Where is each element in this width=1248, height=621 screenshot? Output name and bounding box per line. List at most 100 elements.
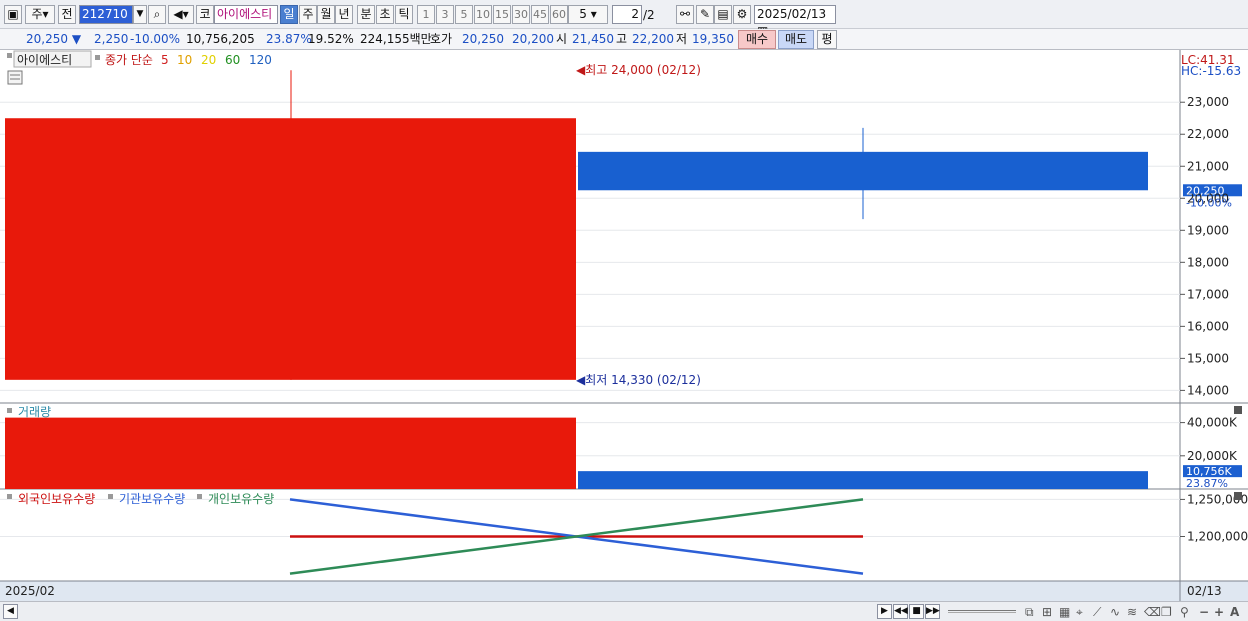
fib-icon[interactable]: ≋ — [1127, 605, 1137, 619]
ma-period-label: 60 — [225, 53, 240, 67]
font-size-icon[interactable]: A — [1230, 605, 1239, 619]
layout-icon[interactable]: ▣ — [4, 5, 22, 24]
period-tab[interactable]: 년 — [335, 5, 353, 24]
gear-icon[interactable]: ⚙ — [733, 5, 751, 24]
open-label: 시 — [556, 32, 568, 46]
period-unit-label: 주 — [31, 7, 43, 21]
holdings-legend-item: 개인보유수량 — [208, 492, 274, 506]
table-icon[interactable] — [7, 70, 23, 85]
legend-handle-icon — [108, 494, 113, 499]
magnifier-icon[interactable]: ⚲ — [1180, 605, 1189, 619]
max-price-annotation: ◀최고 24,000 (02/12) — [576, 63, 701, 77]
wave-icon[interactable]: ∿ — [1110, 605, 1120, 619]
search-icon[interactable]: ⌕ — [148, 5, 166, 24]
period-tab[interactable]: 초 — [376, 5, 394, 24]
play-icon[interactable]: ▶ — [877, 604, 892, 619]
ma-period-label: 5 — [161, 53, 169, 67]
footer-bar — [0, 581, 1180, 601]
chart-scrollbar[interactable]: ◀ ▶ ◀◀ ■ ▶▶ ⧉ ⊞ ▦ ⌖ ⟋ ∿ ≋ ⌫ ❐ ⚲ − + A — [0, 601, 1248, 621]
grid-icon[interactable]: ▦ — [1059, 605, 1070, 619]
quote-turnover: 23.87% — [266, 32, 312, 46]
price-tick-label: 22,000 — [1187, 127, 1229, 141]
prev-button[interactable]: 전 — [58, 5, 76, 24]
stock-title: 아이에스티 — [17, 53, 72, 67]
page-input[interactable]: 2 — [612, 5, 642, 24]
date-value: 2025/02/13 — [757, 7, 827, 21]
interval-button[interactable]: 45 — [531, 5, 549, 24]
interval-button[interactable]: 5 — [455, 5, 473, 24]
scroll-left-button[interactable]: ◀ — [3, 604, 18, 619]
period-tab[interactable]: 주 — [299, 5, 317, 24]
copy-icon[interactable]: ❐ — [1161, 605, 1172, 619]
period-tab[interactable]: 월 — [317, 5, 335, 24]
low-label: 저 — [676, 32, 688, 46]
footer-right-date: 02/13 — [1187, 584, 1222, 598]
interval-button[interactable]: 3 — [436, 5, 454, 24]
price-tick-label: 16,000 — [1187, 319, 1229, 333]
footer-left-date: 2025/02 — [5, 584, 55, 598]
buy-button[interactable]: 매수 — [738, 30, 776, 49]
hoga-label: 호가 — [430, 32, 453, 46]
interval-select[interactable]: 5 ▾ — [568, 5, 608, 24]
stock-code-input[interactable]: 212710 — [79, 5, 133, 24]
zoom-in-icon[interactable]: + — [1214, 605, 1224, 619]
price-tick-label: 14,000 — [1187, 383, 1229, 397]
window-icon[interactable]: ⧉ — [1025, 605, 1034, 620]
fast-forward-icon[interactable]: ▶▶ — [925, 604, 940, 619]
volume-tick-label: 40,000K — [1187, 416, 1238, 430]
draw-icon[interactable]: ✎ — [696, 5, 714, 24]
sell-button[interactable]: 매도 — [778, 30, 814, 49]
quote-bar: 20,250 ▼ 2,250 -10.00% 10,756,205 23.87%… — [0, 29, 1248, 50]
interval-button[interactable]: 15 — [493, 5, 511, 24]
current-volume-pct-tag: 23.87% — [1186, 477, 1228, 490]
quote-amount: 224,155백만 — [360, 32, 432, 46]
crosshair-icon[interactable]: ⌖ — [1076, 605, 1083, 620]
period-unit-select[interactable]: 주▾ — [25, 5, 55, 24]
hc-label: HC:-15.63 — [1181, 64, 1241, 78]
code-dropdown-icon[interactable]: ▼ — [133, 5, 147, 24]
period-tab[interactable]: 틱 — [395, 5, 413, 24]
zoom-out-icon[interactable]: − — [1199, 605, 1209, 619]
interval-button[interactable]: 1 — [417, 5, 435, 24]
min-price-annotation: ◀최저 14,330 (02/12) — [576, 373, 701, 387]
zoom-slider[interactable] — [948, 610, 1016, 613]
period-tab[interactable]: 일 — [280, 5, 298, 24]
stock-name-field: 아이에스티 — [214, 5, 278, 24]
candle-body — [578, 151, 1148, 191]
interval-button[interactable]: 30 — [512, 5, 530, 24]
holdings-tick-label: 1,200,000 — [1187, 530, 1248, 544]
volume-title: 거래량 — [18, 405, 51, 419]
save-icon[interactable]: ▤ — [714, 5, 732, 24]
current-pct-tag: -10.00% — [1186, 196, 1232, 209]
eraser-icon[interactable]: ⌫ — [1144, 605, 1161, 619]
stop-icon[interactable]: ■ — [909, 604, 924, 619]
chart-area[interactable]: 23,00022,00021,00020,00019,00018,00017,0… — [0, 50, 1248, 601]
quote-bid: 20,200 — [512, 32, 554, 46]
legend-handle-icon — [197, 494, 202, 499]
date-input[interactable]: 2025/02/13 ▦ — [754, 5, 836, 38]
speaker-icon[interactable]: ◀▾ — [168, 5, 194, 24]
quote-price: 20,250 ▼ — [26, 31, 81, 47]
period-tab[interactable]: 분 — [357, 5, 375, 24]
trend-icon[interactable]: ⟋ — [1093, 605, 1101, 620]
holdings-close-icon[interactable] — [1234, 492, 1242, 500]
quote-change-pct: -10.00% — [130, 32, 181, 46]
holdings-legend-item: 외국인보유수량 — [18, 492, 95, 506]
compare-icon[interactable]: ⚯ — [676, 5, 694, 24]
main-toolbar: ▣ 주▾ 전 212710 ▼ ⌕ ◀▾ 코 아이에스티 일주월년분초틱 135… — [0, 0, 1248, 38]
volume-bar — [578, 471, 1148, 489]
legend-handle-icon — [7, 494, 12, 499]
holdings-legend-item: 기관보유수량 — [119, 492, 185, 506]
quote-open: 21,450 — [572, 32, 614, 46]
interval-button[interactable]: 10 — [474, 5, 492, 24]
quote-high: 22,200 — [632, 32, 674, 46]
rewind-icon[interactable]: ◀◀ — [893, 604, 908, 619]
candle-body — [5, 118, 576, 380]
interval-button[interactable]: 60 — [550, 5, 568, 24]
quote-change: 2,250 — [94, 32, 129, 46]
split-icon[interactable]: ⊞ — [1042, 605, 1052, 619]
volume-bar — [5, 417, 576, 489]
page-total: /2 — [643, 8, 655, 22]
volume-close-icon[interactable] — [1234, 406, 1242, 414]
avg-button[interactable]: 평 — [817, 30, 837, 49]
